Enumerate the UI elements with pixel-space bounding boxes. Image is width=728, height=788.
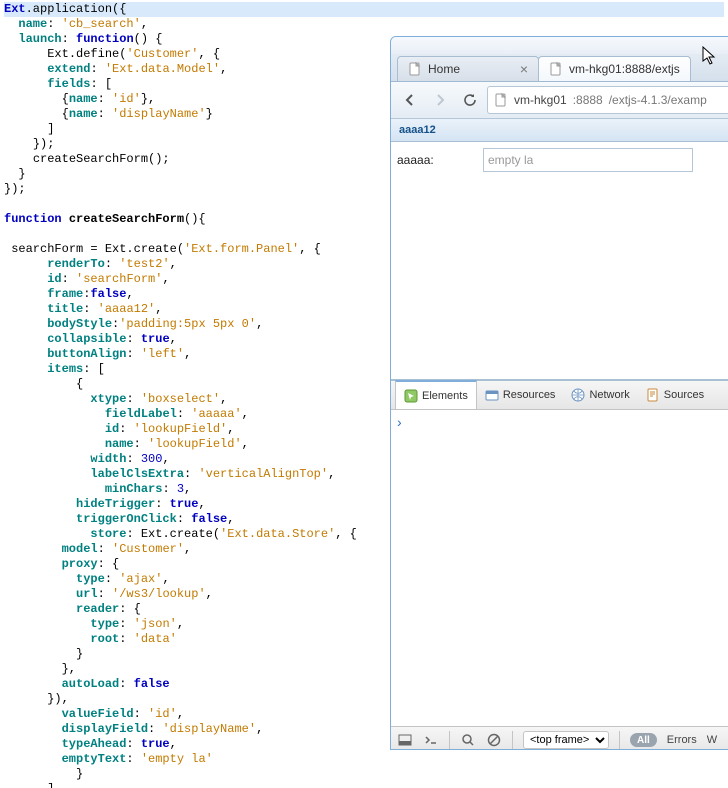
tab-current[interactable]: vm-hkg01:8888/extjs [538,56,691,81]
reload-button[interactable] [457,87,483,113]
console-prompt-icon: › [397,414,402,430]
tab-elements[interactable]: Elements [395,380,477,409]
frame-selector[interactable]: <top frame> [523,731,609,749]
separator [449,731,450,749]
resources-icon [485,388,499,402]
url-path: /extjs-4.1.3/examp [609,93,707,107]
separator [619,731,620,749]
form-row: aaaaa: [397,148,728,172]
devtools-statusbar: <top frame> All Errors W [391,726,728,750]
forward-button[interactable] [427,87,453,113]
panel-title: aaaa12 [399,124,436,136]
page-icon [408,62,422,76]
tab-sources[interactable]: Sources [638,381,712,409]
separator [512,731,513,749]
lookup-field[interactable] [483,148,693,172]
devtools-tabs: Elements Resources Network Sources [391,381,728,410]
tab-label: vm-hkg01:8888/extjs [569,62,680,76]
nav-toolbar: vm-hkg01 :8888/extjs-4.1.3/examp [391,82,728,119]
browser-titlebar[interactable] [391,37,728,54]
tab-network[interactable]: Network [563,381,637,409]
page-content: aaaa12 aaaaa: [391,119,728,380]
inspect-icon [404,389,418,403]
network-icon [571,388,585,402]
url-bar[interactable]: vm-hkg01 :8888/extjs-4.1.3/examp [487,86,728,114]
arrow-left-icon [402,92,418,108]
field-label: aaaaa: [397,153,477,167]
arrow-right-icon [432,92,448,108]
devtools: Elements Resources Network Sources › [391,380,728,750]
filter-warnings[interactable]: W [707,734,717,746]
devtools-console[interactable]: › [391,410,728,726]
page-icon [494,93,508,107]
mouse-cursor-icon [702,46,718,66]
back-button[interactable] [397,87,423,113]
filter-all[interactable]: All [630,733,657,747]
url-port: :8888 [573,93,603,107]
url-host: vm-hkg01 [514,93,567,107]
search-icon[interactable] [460,732,476,748]
panel-header[interactable]: aaaa12 [391,119,728,142]
tab-home[interactable]: Home × [397,56,539,81]
reload-icon [462,92,478,108]
browser-window: Home × vm-hkg01:8888/extjs vm-hkg01:8888… [390,36,728,750]
tab-label: Home [428,62,460,76]
page-icon [549,62,563,76]
filter-errors[interactable]: Errors [667,734,697,746]
tab-strip: Home × vm-hkg01:8888/extjs [391,54,728,82]
clear-icon[interactable] [486,732,502,748]
tab-resources[interactable]: Resources [477,381,564,409]
dock-icon[interactable] [397,732,413,748]
sources-icon [646,388,660,402]
panel-body: aaaaa: [391,142,728,178]
close-icon[interactable]: × [520,62,528,76]
console-icon[interactable] [423,732,439,748]
